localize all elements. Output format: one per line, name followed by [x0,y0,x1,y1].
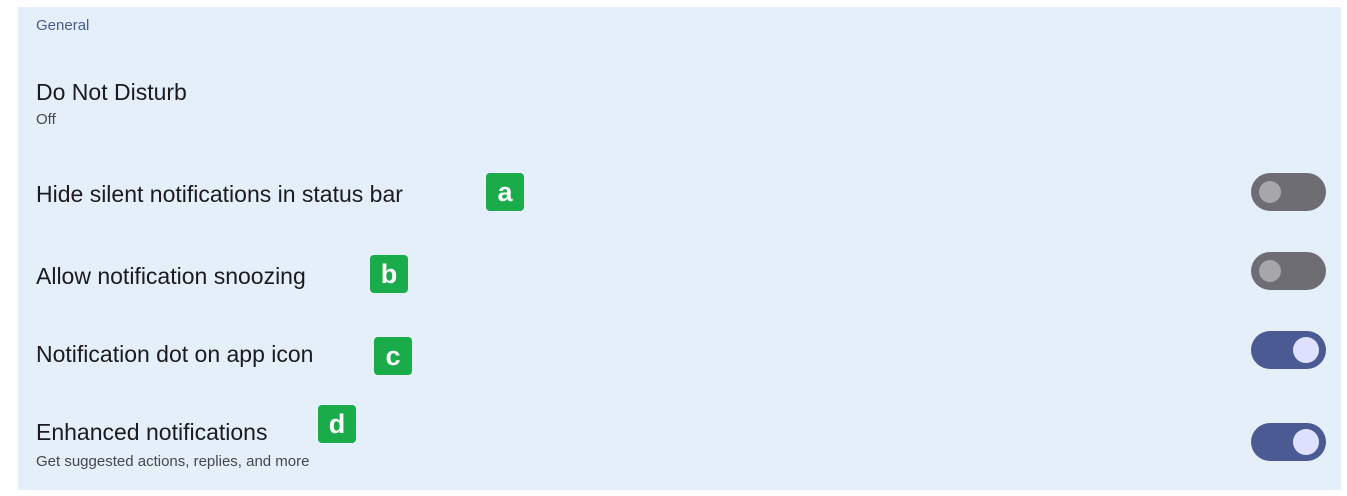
setting-subtitle: Off [36,111,56,128]
toggle-knob [1259,260,1281,282]
enhanced-notifications-toggle[interactable] [1251,423,1326,461]
setting-title: Hide silent notifications in status bar [36,181,403,207]
settings-panel: General Do Not Disturb Off Hide silent n… [18,7,1341,490]
annotation-badge-a: a [486,173,524,211]
annotation-badge-d: d [318,405,356,443]
toggle-knob [1293,429,1319,455]
setting-title: Do Not Disturb [36,79,187,105]
setting-do-not-disturb[interactable]: Do Not Disturb Off [18,73,1341,133]
setting-enhanced-notifications[interactable]: Enhanced notifications d Get suggested a… [18,405,1341,485]
setting-notification-dot[interactable]: Notification dot on app icon c [18,327,1341,387]
annotation-badge-c: c [374,337,412,375]
notification-dot-toggle[interactable] [1251,331,1326,369]
setting-subtitle: Get suggested actions, replies, and more [36,453,310,470]
setting-title: Allow notification snoozing [36,263,306,289]
setting-allow-notification-snoozing[interactable]: Allow notification snoozing b [18,245,1341,305]
toggle-knob [1293,337,1319,363]
setting-title: Enhanced notifications [36,419,268,445]
hide-silent-notifications-toggle[interactable] [1251,173,1326,211]
setting-title: Notification dot on app icon [36,341,314,367]
annotation-badge-b: b [370,255,408,293]
allow-notification-snoozing-toggle[interactable] [1251,252,1326,290]
setting-hide-silent-notifications[interactable]: Hide silent notifications in status bar … [18,163,1341,223]
toggle-knob [1259,181,1281,203]
section-header-general: General [36,17,90,34]
